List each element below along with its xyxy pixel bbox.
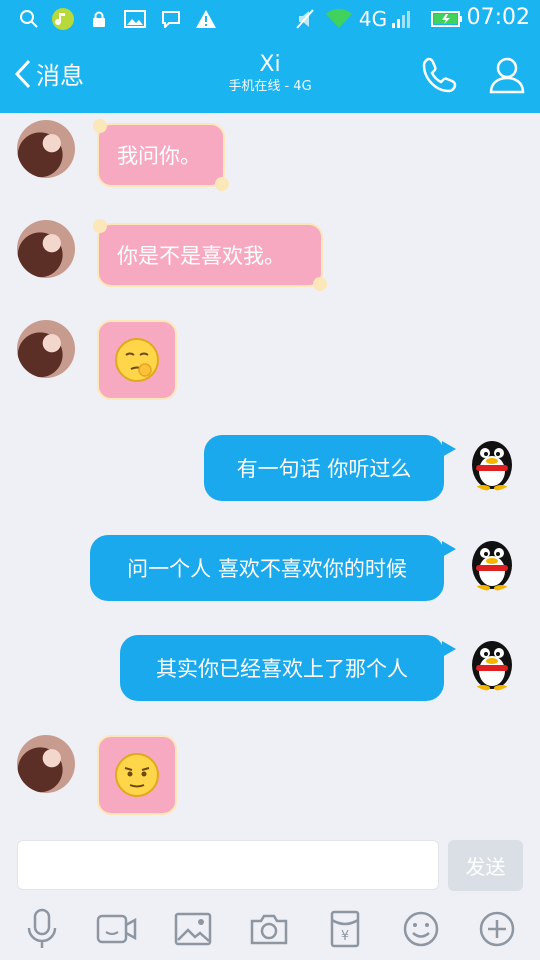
contact-profile-button[interactable] xyxy=(487,55,527,95)
contact-avatar[interactable] xyxy=(17,120,75,178)
emoji-icon xyxy=(403,911,439,947)
red-packet-button[interactable]: ¥ xyxy=(323,907,367,951)
my-avatar[interactable] xyxy=(463,433,521,491)
video-icon xyxy=(96,914,137,944)
video-button[interactable] xyxy=(95,907,139,951)
message-bubble-incoming[interactable]: 我问你。 xyxy=(93,119,229,191)
image-icon xyxy=(174,912,212,946)
message-text: 你是不是喜欢我。 xyxy=(117,244,285,268)
status-bar: 4G 07:02 xyxy=(0,0,540,38)
contact-avatar[interactable] xyxy=(17,735,75,793)
message-text: 问一个人 喜欢不喜欢你的时候 xyxy=(127,557,407,581)
more-button[interactable] xyxy=(475,907,519,951)
message-bubble-outgoing[interactable]: 有一句话 你听过么 xyxy=(204,435,456,501)
gallery-notification-icon xyxy=(122,6,148,32)
message-bubble-incoming[interactable] xyxy=(97,320,177,400)
plus-icon xyxy=(479,911,515,947)
send-button[interactable]: 发送 xyxy=(448,840,523,891)
clock: 07:02 xyxy=(466,5,530,30)
search-icon xyxy=(18,6,40,32)
camera-button[interactable] xyxy=(247,907,291,951)
voice-button[interactable] xyxy=(20,907,64,951)
phone-icon xyxy=(422,57,457,93)
thinking-face-emoji-icon xyxy=(115,338,159,382)
back-button[interactable]: 消息 xyxy=(14,56,84,91)
lock-icon xyxy=(90,6,108,32)
contact-name: Xi xyxy=(259,52,281,77)
message-text: 有一句话 你听过么 xyxy=(236,457,412,481)
chat-toolbar: ¥ xyxy=(0,897,540,960)
emoji-button[interactable] xyxy=(399,907,443,951)
phone-call-button[interactable] xyxy=(420,55,460,95)
warning-icon xyxy=(194,6,218,32)
camera-icon xyxy=(250,914,288,945)
chat-header: 消息 Xi 手机在线 - 4G xyxy=(0,38,540,113)
contact-avatar[interactable] xyxy=(17,320,75,378)
network-type-label: 4G xyxy=(358,7,388,31)
penguin-avatar-icon xyxy=(472,641,512,691)
contact-avatar[interactable] xyxy=(17,220,75,278)
chat-messages[interactable]: 我问你。 你是不是喜欢我。 有一句话 你听过么 问一个人 喜欢不喜欢你的时候 其… xyxy=(0,113,540,833)
battery-icon xyxy=(430,6,464,32)
wifi-icon xyxy=(324,6,354,32)
message-input-bar: 发送 xyxy=(0,833,540,897)
svg-text:¥: ¥ xyxy=(341,929,349,944)
message-bubble-outgoing[interactable]: 其实你已经喜欢上了那个人 xyxy=(120,635,456,701)
message-bubble-incoming[interactable] xyxy=(97,735,177,815)
message-bubble-outgoing[interactable]: 问一个人 喜欢不喜欢你的时候 xyxy=(90,535,456,601)
contact-status: 手机在线 - 4G xyxy=(228,79,312,94)
my-avatar[interactable] xyxy=(463,633,521,691)
contact-info[interactable]: Xi 手机在线 - 4G xyxy=(170,52,370,96)
back-label: 消息 xyxy=(36,62,84,90)
image-button[interactable] xyxy=(171,907,215,951)
message-text: 其实你已经喜欢上了那个人 xyxy=(156,657,408,681)
user-icon xyxy=(489,57,525,94)
my-avatar[interactable] xyxy=(463,533,521,591)
message-bubble-incoming[interactable]: 你是不是喜欢我。 xyxy=(93,219,327,291)
chevron-left-icon xyxy=(14,59,31,88)
message-input[interactable] xyxy=(17,840,439,890)
penguin-avatar-icon xyxy=(472,541,512,591)
microphone-icon xyxy=(27,908,57,948)
mute-icon xyxy=(294,6,316,32)
message-text: 我问你。 xyxy=(117,144,201,168)
sly-face-emoji-icon xyxy=(115,753,159,797)
chat-notification-icon xyxy=(160,6,182,32)
red-packet-icon: ¥ xyxy=(330,910,360,948)
penguin-avatar-icon xyxy=(472,441,512,491)
music-app-icon xyxy=(50,6,76,32)
signal-icon xyxy=(390,6,414,32)
